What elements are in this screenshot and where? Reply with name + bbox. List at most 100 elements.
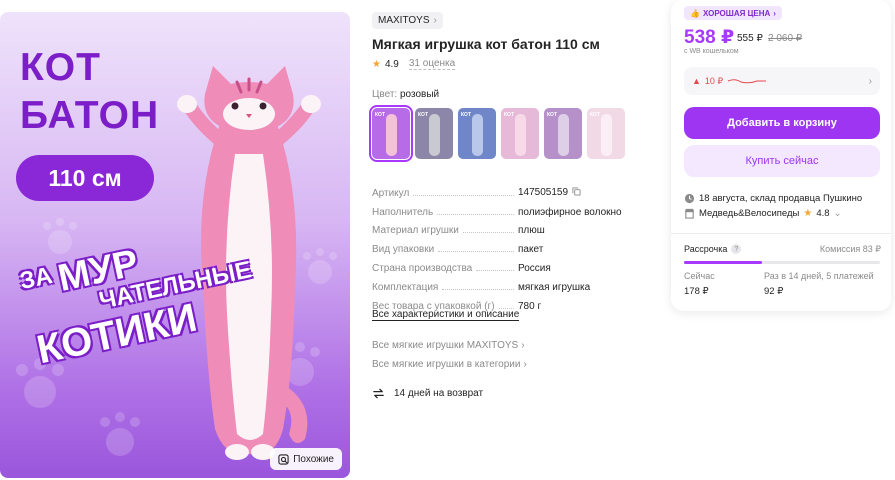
category-link[interactable]: Все мягкие игрушки в категории › [372,359,527,370]
spec-value-text: полиэфирное волокно [518,206,622,218]
color-swatch-purple[interactable]: КОТ [544,108,582,159]
installment-progress [684,261,880,264]
chevron-right-icon: › [433,15,437,26]
swatch-label: КОТ [461,112,471,118]
copy-icon[interactable] [572,187,581,199]
spec-value-text: мягкая игрушка [518,281,591,293]
spec-row: Материал игрушки плюш [372,218,622,237]
specs-table: Артикул 147505159 Наполнитель полиэфирное в… [372,180,622,312]
installment-tab[interactable]: Рассрочка ? [684,244,742,254]
spec-value: плюш [518,225,622,236]
product-page: КОТ БАТОН 110 см ЗА МУР ЧАТЕЛЬНЫЕ КОТИКИ… [0,0,895,480]
color-label-text: Цвет: [372,89,398,100]
now-label: Сейчас [684,271,715,281]
star-icon: ★ [372,58,381,70]
spec-value: 147505159 [518,187,622,199]
all-specs-link[interactable]: Все характеристики и описание [372,309,520,321]
brand-category-link[interactable]: Все мягкие игрушки MAXITOYS › [372,340,525,351]
clock-icon [684,193,695,204]
brand-link[interactable]: MAXITOYS › [372,12,443,29]
chevron-right-icon: › [868,75,872,87]
color-swatch-pink[interactable]: КОТ [369,105,413,162]
old-price: 2 060 ₽ [768,33,803,44]
price-trend-sparkline [727,79,767,84]
plan-label: Раз в 14 дней, 5 платежей [764,271,874,281]
image-size-badge: 110 см [16,155,154,201]
spec-leader-dots [437,213,514,215]
chevron-right-icon: › [523,359,527,370]
spec-value: Россия [518,263,622,274]
color-swatch-light-pink[interactable]: КОТ [501,108,539,159]
rating-row: ★ 4.9 31 оценка [372,58,456,70]
spec-value-text: пакет [518,244,544,256]
spec-leader-dots [413,194,514,196]
star-icon: ★ [803,208,813,219]
chevron-down-icon: ⌄ [833,208,842,219]
buy-now-button[interactable]: Купить сейчас [684,145,880,177]
swatch-cat-image [429,114,440,156]
spec-leader-dots [476,269,514,271]
spec-row: Страна производства Россия [372,255,622,274]
seller-info[interactable]: Медведь&Велосипеды ★ 4.8 ⌄ [684,208,842,219]
spec-name: Материал игрушки [372,225,459,237]
thumbs-up-icon: 👍 [690,8,700,18]
spec-name: Страна производства [372,262,473,274]
spec-row: Наполнитель полиэфирное волокно [372,199,622,218]
spec-name: Наполнитель [372,206,434,218]
color-swatches: КОТ КОТ КОТ КОТ КОТ КОТ [369,105,625,162]
spec-value: пакет [518,244,622,255]
color-swatch-pale[interactable]: КОТ [587,108,625,159]
return-policy-text: 14 дней на возврат [394,388,484,399]
wallet-note: с WB кошельком [684,48,739,55]
price-card: 👍 ХОРОШАЯ ЦЕНА › 538 ₽ 555 ₽ 2 060 ₽ с W… [671,0,891,311]
spec-leader-dots [462,232,514,234]
spec-value-text: 147505159 [518,187,569,199]
spec-leader-dots [442,288,514,290]
commission-text: Комиссия 83 ₽ [819,244,881,254]
swatch-cat-image [386,114,397,156]
spec-name: Комплектация [372,281,439,293]
help-icon[interactable]: ? [731,244,742,254]
image-title-line1: КОТ [20,46,101,89]
installment-label: Рассрочка [684,244,728,254]
price-history-row[interactable]: ▲ 10 ₽ › [684,67,880,95]
category-link-label: Все мягкие игрушки в категории [372,359,521,370]
color-value: розовый [399,89,440,100]
spec-value-text: 780 г [518,300,542,312]
swatch-cat-image [515,114,526,156]
seller-name: Медведь&Велосипеды [699,208,800,219]
spec-value: мягкая игрушка [518,282,622,293]
swatch-label: КОТ [547,112,557,118]
spec-leader-dots [438,251,514,253]
product-main-image[interactable]: КОТ БАТОН 110 см ЗА МУР ЧАТЕЛЬНЫЕ КОТИКИ… [0,12,350,478]
good-price-badge[interactable]: 👍 ХОРОШАЯ ЦЕНА › [684,6,782,20]
spec-value-text: плюш [518,225,545,237]
good-price-label: ХОРОШАЯ ЦЕНА [702,8,771,18]
price-without-wallet: 555 ₽ [737,33,763,44]
swatch-cat-image [601,114,612,156]
brand-name: MAXITOYS [378,15,430,26]
spec-row: Артикул 147505159 [372,180,622,199]
chevron-right-icon: › [773,8,776,18]
swatch-cat-image [472,114,483,156]
spec-value-text: Россия [518,262,551,274]
color-swatch-blue[interactable]: КОТ [458,108,496,159]
reviews-link[interactable]: 31 оценка [408,58,456,70]
swatch-label: КОТ [375,112,385,118]
swatch-cat-image [558,114,569,156]
plush-cat-illustration [177,66,321,460]
similar-button[interactable]: Похожие [270,448,342,470]
image-title: КОТ БАТОН [20,44,159,140]
chevron-right-icon: › [521,340,525,351]
similar-button-label: Похожие [293,453,334,465]
current-price: 538 ₽ [684,27,735,48]
add-to-cart-button[interactable]: Добавить в корзину [684,107,880,139]
spec-row: Комплектация мягкая игрушка [372,274,622,293]
color-swatch-grey[interactable]: КОТ [415,108,453,159]
spec-value: полиэфирное волокно [518,207,622,218]
seller-rating: 4.8 [816,208,830,219]
color-label: Цвет: розовый [372,89,439,100]
image-title-line2: БАТОН [20,94,160,137]
spec-name: Вид упаковки [372,244,435,256]
swatch-label: КОТ [504,112,514,118]
